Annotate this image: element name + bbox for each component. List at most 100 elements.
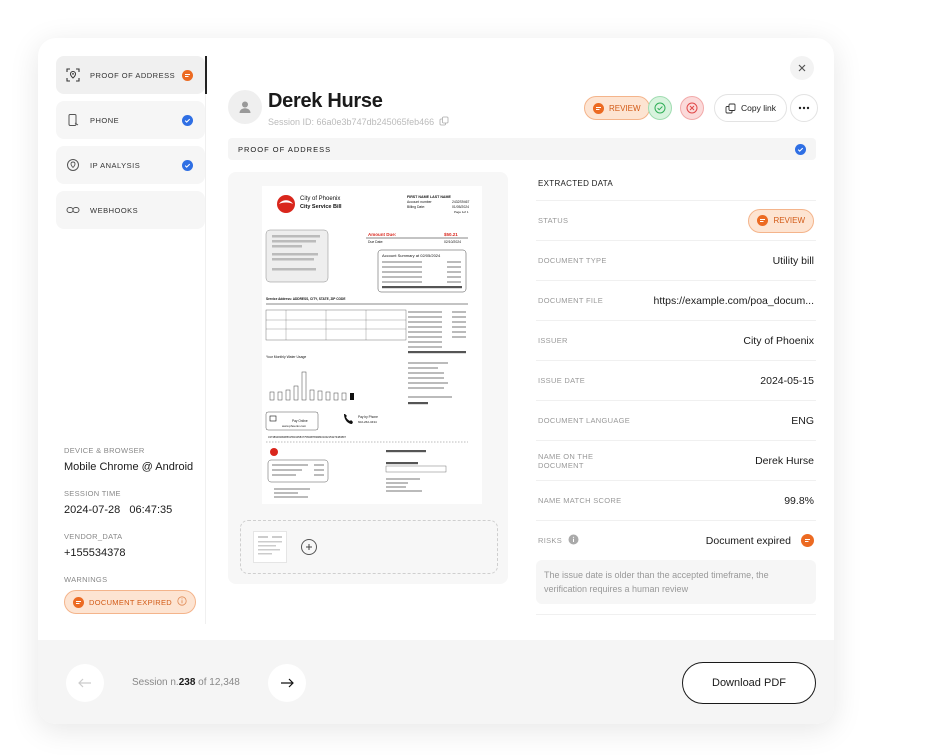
field-value: City of Phoenix (743, 334, 814, 347)
extracted-row-name-match-score: NAME MATCH SCORE 99.8% (536, 480, 816, 520)
add-document-button[interactable] (301, 539, 317, 555)
bill-account-label: Account number (407, 200, 433, 204)
sidebar-item-label: PROOF OF ADDRESS (90, 70, 176, 80)
bill-due-date: 02/10/2024 (444, 240, 461, 244)
review-pill-label: REVIEW (609, 103, 641, 113)
sidebar-item-label: WEBHOOKS (90, 205, 139, 215)
extracted-row-name-on-document: NAME ON THE DOCUMENT Derek Hurse (536, 440, 816, 480)
more-options-button[interactable] (790, 94, 818, 122)
arrow-right-icon (281, 678, 294, 688)
sidebar-item-ip-analysis[interactable]: IP ANALYSIS (56, 146, 205, 184)
field-value: 99.8% (784, 494, 814, 507)
bill-barcode-text: 4373894939938561551935847756908783984010… (268, 435, 346, 439)
review-icon (593, 102, 604, 114)
city-logo-icon (277, 195, 295, 213)
bill-pay-online: Pay Online (292, 419, 308, 423)
computer-icon (269, 415, 277, 422)
warning-badge-label: DOCUMENT EXPIRED (89, 597, 173, 607)
bill-title: City Service Bill (300, 204, 342, 210)
phone-icon (66, 113, 80, 127)
field-label: NAME ON THE DOCUMENT (538, 451, 594, 470)
avatar (228, 90, 262, 124)
download-pdf-button[interactable]: Download PDF (682, 662, 816, 704)
verified-check-icon (182, 114, 193, 126)
bill-usage-title: Your Monthly Water Usage (266, 355, 306, 359)
bill-name-line: FIRST NAME LAST NAME (407, 195, 452, 199)
copy-link-button[interactable]: Copy link (714, 94, 787, 122)
close-button[interactable] (790, 56, 814, 80)
document-thumbnail[interactable] (253, 531, 287, 563)
check-circle-icon (654, 102, 666, 114)
session-time-value: 2024-07-28 06:47:35 (64, 504, 173, 516)
warnings-label: WARNINGS (64, 575, 108, 584)
section-header-proof-of-address: PROOF OF ADDRESS (228, 138, 816, 160)
document-thumbnails (240, 520, 498, 574)
sidebar-item-label: PHONE (90, 115, 120, 125)
review-status-pill[interactable]: REVIEW (584, 96, 650, 120)
extracted-row-document-type: DOCUMENT TYPE Utility bill (536, 240, 816, 280)
bill-account-number: 2432S9467 (452, 200, 469, 204)
next-session-button[interactable] (268, 664, 306, 702)
info-icon (177, 596, 187, 608)
field-value: ENG (791, 414, 814, 427)
risk-review-icon (801, 534, 814, 547)
bill-service-address: Service Address: ADDRESS, CITY, STATE, Z… (266, 297, 345, 301)
session-counter-total: of 12,348 (195, 677, 240, 688)
user-icon (239, 101, 251, 113)
session-id-text: Session ID: 66a0e3b747db245065feb466 (268, 117, 435, 127)
section-title: PROOF OF ADDRESS (238, 144, 332, 154)
session-id: Session ID: 66a0e3b747db245065feb466 (268, 116, 449, 128)
field-label: ISSUER (538, 336, 568, 345)
extracted-row-document-file: DOCUMENT FILE https://example.com/poa_do… (536, 280, 816, 320)
review-status-icon (182, 69, 193, 81)
arrow-left-icon (78, 678, 91, 688)
risk-value: Document expired (705, 534, 791, 547)
previous-session-button[interactable] (66, 664, 104, 702)
document-preview-panel: City of Phoenix City Service Bill FIRST … (228, 172, 508, 584)
bill-summary-title: Account Summary at 02/05/2024 (382, 253, 441, 258)
copy-icon[interactable] (439, 116, 449, 128)
status-value: REVIEW (773, 216, 805, 225)
extracted-row-status: STATUS REVIEW (536, 200, 816, 240)
session-review-card: PROOF OF ADDRESS PHONE IP ANALYSIS WEBHO… (38, 38, 834, 724)
sidebar-item-label: IP ANALYSIS (90, 160, 141, 170)
bill-pay-online-url: www.phoenix.com (282, 424, 307, 428)
verified-check-icon (182, 159, 193, 171)
risks-label: RISKS (538, 536, 563, 545)
bill-page-label: Page 1of 1 (454, 210, 469, 214)
field-value: Utility bill (772, 254, 814, 267)
risk-note: The issue date is older than the accepte… (536, 560, 816, 604)
warning-badge[interactable]: DOCUMENT EXPIRED (64, 590, 197, 614)
sidebar-item-proof-of-address[interactable]: PROOF OF ADDRESS (56, 56, 207, 94)
plus-icon (306, 544, 312, 550)
location-pin-icon (66, 158, 80, 172)
bill-pay-phone: Pay by Phone (358, 415, 378, 419)
reject-button[interactable] (680, 96, 704, 120)
sidebar-item-phone[interactable]: PHONE (56, 101, 205, 139)
field-value: 2024-05-15 (760, 374, 814, 387)
status-review-pill[interactable]: REVIEW (748, 208, 814, 233)
approve-button[interactable] (648, 96, 672, 120)
extracted-data-title: EXTRACTED DATA (538, 179, 614, 188)
extracted-data-panel: EXTRACTED DATA STATUS REVIEW DOCUMENT TY… (536, 172, 816, 615)
field-label: DOCUMENT LANGUAGE (538, 416, 631, 425)
session-meta: DEVICE & BROWSER Mobile Chrome @ Android… (64, 446, 204, 614)
field-label: ISSUE DATE (538, 376, 586, 385)
device-value: Mobile Chrome @ Android (64, 461, 194, 473)
utility-bill-image[interactable]: City of Phoenix City Service Bill FIRST … (262, 186, 482, 504)
bill-pay-phone-number: 602-262-3434 (358, 420, 377, 424)
session-counter-number: 238 (178, 677, 196, 688)
sidebar-item-webhooks[interactable]: WEBHOOKS (56, 191, 205, 229)
warning-icon (73, 596, 84, 608)
user-name: Derek Hurse (268, 90, 383, 112)
bill-billing-date: 01/05/2024 (452, 205, 469, 209)
document-file-link[interactable]: https://example.com/poa_docum... (638, 295, 815, 307)
vendor-data-label: VENDOR_DATA (64, 532, 123, 541)
extracted-row-issue-date: ISSUE DATE 2024-05-15 (536, 360, 816, 400)
info-icon[interactable] (568, 534, 579, 547)
vendor-data-value: +155534378 (64, 547, 126, 559)
more-dots-icon (798, 106, 810, 110)
address-scan-icon (66, 68, 80, 82)
field-label: NAME MATCH SCORE (538, 496, 622, 505)
verified-check-icon (795, 143, 806, 155)
